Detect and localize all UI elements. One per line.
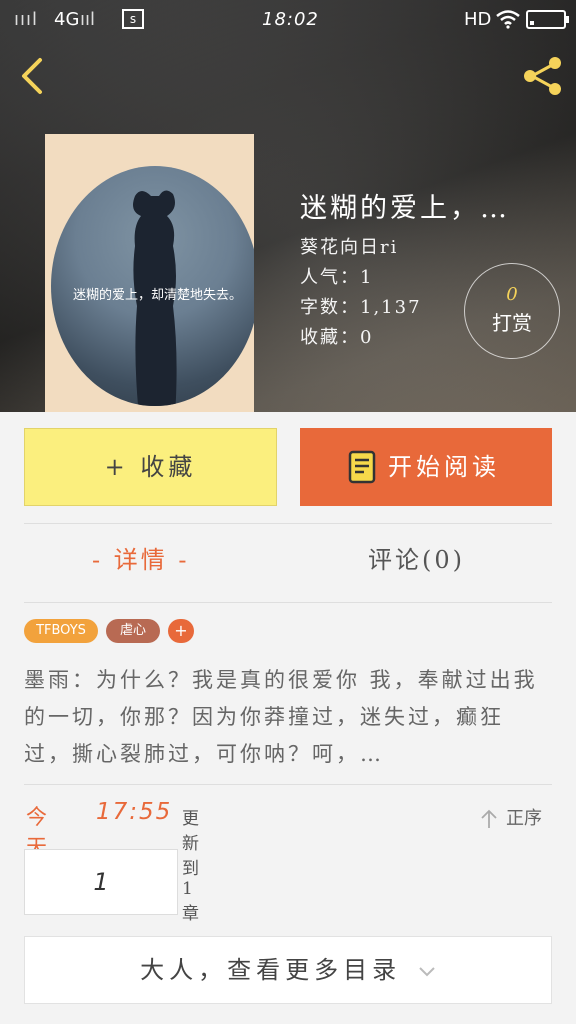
- sort-toggle[interactable]: 正序: [480, 804, 542, 830]
- book-cover[interactable]: 迷糊的爱上，却清楚地失去。: [45, 134, 254, 412]
- book-title: 迷糊的爱上，…: [300, 193, 510, 224]
- tag-tfboys[interactable]: TFBOYS: [24, 619, 98, 643]
- status-bar: ıııl 4G ııl s 18:02 HD: [0, 0, 576, 38]
- tab-comments[interactable]: 评论(0): [368, 540, 465, 575]
- add-tag-button[interactable]: +: [168, 619, 194, 643]
- chevron-left-icon: [22, 58, 42, 94]
- book-icon: [348, 450, 376, 484]
- signal-icon-2: ııl: [80, 9, 96, 30]
- network-type: 4G: [54, 9, 80, 30]
- hd-indicator: HD: [464, 9, 492, 30]
- divider: [24, 602, 552, 603]
- reward-label: 打赏: [492, 311, 532, 335]
- book-author[interactable]: 葵花向日ri: [300, 233, 510, 263]
- chevron-down-icon: [419, 966, 435, 976]
- sim-icon: s: [122, 9, 144, 29]
- update-time: 17:55: [96, 799, 173, 825]
- book-summary[interactable]: 墨雨：为什么？我是真的很爱你 我，奉献过出我的一切，你那？因为你莽撞过，迷失过，…: [24, 662, 548, 773]
- signal-icon: ıııl: [14, 9, 39, 30]
- reward-button[interactable]: 0 打赏: [464, 263, 560, 359]
- update-chapter-count: 更新到1章: [182, 809, 200, 924]
- chapter-item[interactable]: 1: [24, 849, 178, 915]
- divider: [24, 784, 552, 785]
- favorite-button[interactable]: + 收藏: [24, 428, 277, 506]
- cover-caption: 迷糊的爱上，却清楚地失去。: [73, 288, 243, 303]
- start-reading-label: 开始阅读: [388, 453, 500, 481]
- wifi-icon: [495, 9, 521, 34]
- share-icon: [524, 57, 561, 95]
- divider: [24, 523, 552, 524]
- battery-icon: [526, 10, 569, 29]
- more-chapters-label: 大人，查看更多目录: [140, 956, 402, 984]
- tab-detail[interactable]: - 详情 -: [92, 540, 189, 575]
- share-button[interactable]: [520, 54, 566, 98]
- cover-artwork: 迷糊的爱上，却清楚地失去。: [51, 166, 254, 406]
- start-reading-button[interactable]: 开始阅读: [300, 428, 552, 506]
- tag-nuexin[interactable]: 虐心: [106, 619, 160, 643]
- more-chapters-button[interactable]: 大人，查看更多目录: [24, 936, 552, 1004]
- arrow-up-icon: [481, 809, 497, 828]
- reward-count: 0: [506, 284, 518, 305]
- clock: 18:02: [262, 9, 319, 30]
- sort-label: 正序: [506, 808, 542, 829]
- back-button[interactable]: [16, 56, 50, 96]
